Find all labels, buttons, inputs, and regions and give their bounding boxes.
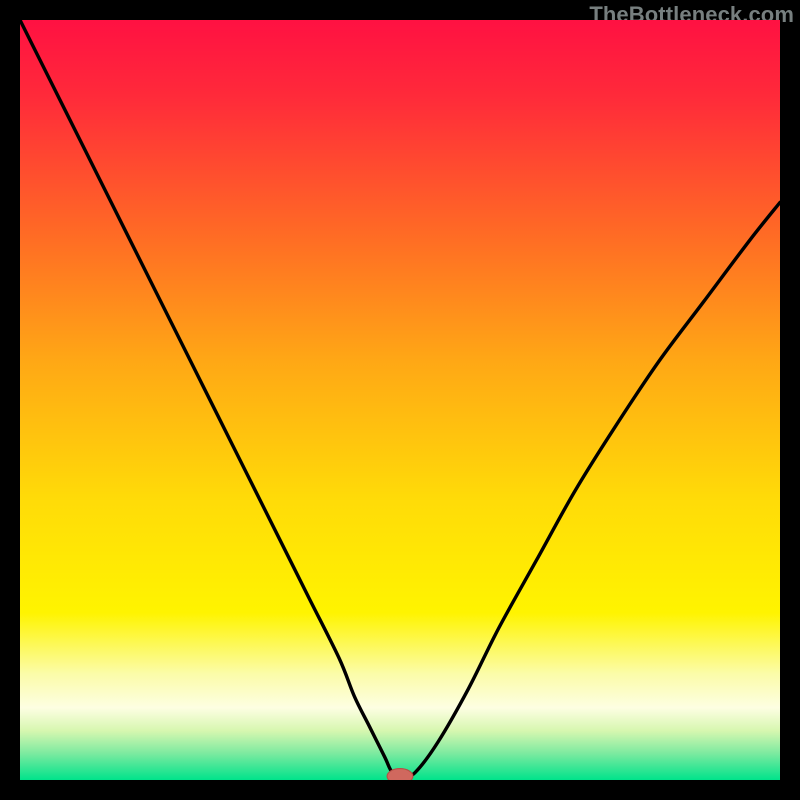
chart-stage: TheBottleneck.com [0, 0, 800, 800]
bottleneck-plot [20, 20, 780, 780]
gradient-backdrop [20, 20, 780, 780]
minimum-marker [387, 769, 413, 780]
